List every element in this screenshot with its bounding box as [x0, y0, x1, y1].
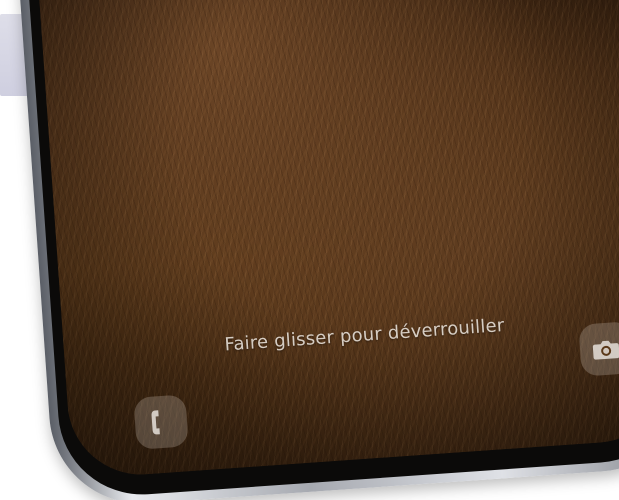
phone-bezel: Faire glisser pour déverrouiller: [26, 0, 619, 500]
lock-screen[interactable]: Faire glisser pour déverrouiller: [36, 0, 619, 480]
phone-shortcut-button[interactable]: [133, 394, 189, 450]
phone-icon: [147, 406, 175, 438]
screenshot-stage: Faire glisser pour déverrouiller: [0, 0, 619, 500]
wallpaper-vignette: [36, 0, 619, 480]
camera-shortcut-button[interactable]: [578, 321, 619, 377]
camera-icon: [591, 336, 619, 362]
phone-frame: Faire glisser pour déverrouiller: [17, 0, 619, 500]
